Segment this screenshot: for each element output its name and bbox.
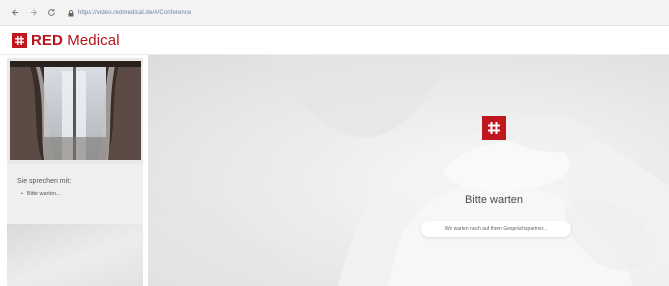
conference-stage: Bitte warten Wir warten noch auf Ihren G…	[148, 55, 669, 286]
self-video-preview	[10, 61, 141, 160]
lock-icon	[68, 9, 74, 16]
hash-logo-icon	[12, 32, 27, 48]
reload-icon	[47, 9, 55, 16]
status-title: Bitte warten	[464, 194, 524, 206]
brand-logo-bold: RED	[31, 31, 63, 49]
hash-logo-icon	[482, 116, 506, 140]
arrow-left-icon	[11, 9, 18, 16]
participant-item: Bitte warten...	[21, 191, 61, 197]
forward-button[interactable]	[26, 6, 40, 20]
address-url: https://video.redmedical.de/#/Conference	[78, 9, 192, 16]
sidebar: Sie sprechen mit: Bitte warten...	[7, 58, 143, 286]
sidebar-background	[7, 224, 143, 286]
hands-background-image	[148, 55, 669, 286]
address-bar[interactable]: https://video.redmedical.de/#/Conference	[68, 5, 428, 21]
browser-toolbar: https://video.redmedical.de/#/Conference	[0, 0, 669, 26]
brand-logo-rest: Medical	[62, 31, 120, 49]
participants-panel: Sie sprechen mit: Bitte warten...	[7, 164, 143, 224]
participants-title: Sie sprechen mit:	[17, 178, 72, 185]
participants-list: Bitte warten...	[21, 191, 61, 197]
brand-logo[interactable]: RED Medical	[31, 33, 120, 48]
back-button[interactable]	[8, 6, 22, 20]
app-header: RED Medical	[0, 26, 669, 55]
reload-button[interactable]	[44, 6, 58, 20]
status-message: Wir warten noch auf Ihren Gesprächspartn…	[421, 221, 571, 237]
arrow-right-icon	[30, 9, 37, 16]
